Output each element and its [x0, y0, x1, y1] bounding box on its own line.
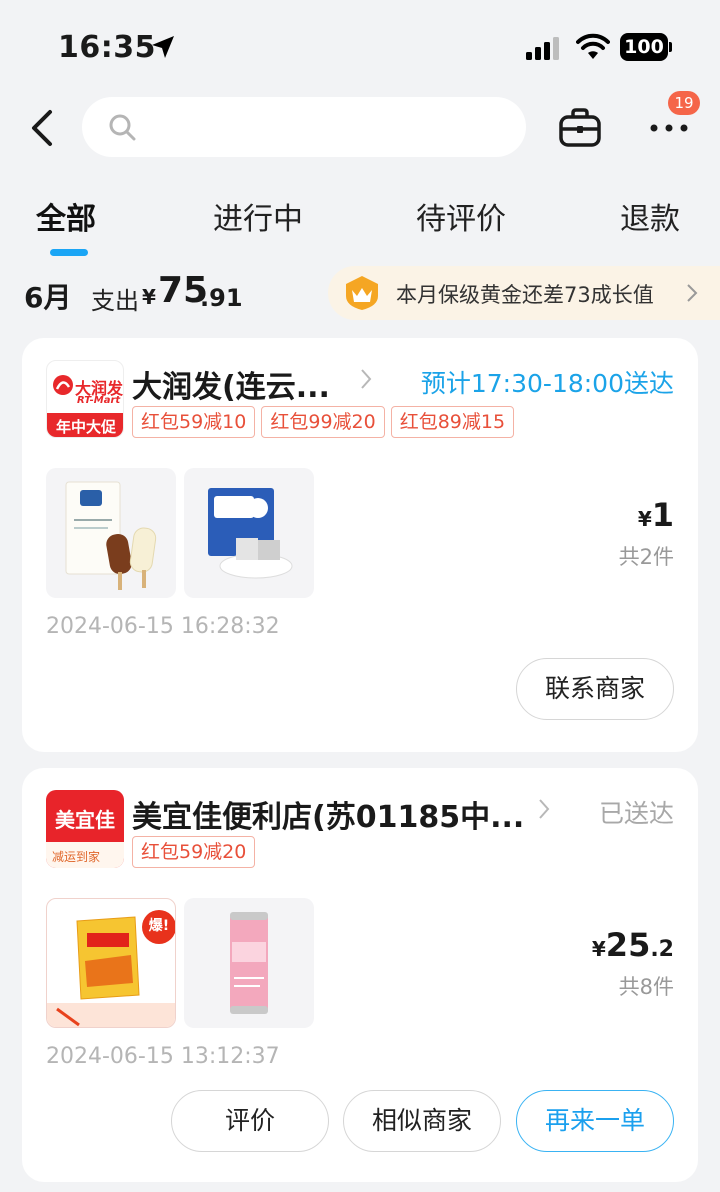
briefcase-icon[interactable] — [558, 108, 602, 148]
chevron-right-icon — [687, 284, 698, 302]
review-button[interactable]: 评价 — [171, 1090, 329, 1152]
chevron-right-icon[interactable] — [538, 798, 550, 820]
product-thumbnail-snack-bag[interactable]: 爆! — [46, 898, 176, 1028]
coupon-tag: 红包89减15 — [390, 406, 515, 438]
wifi-icon — [576, 33, 610, 59]
more-options-icon[interactable] — [648, 118, 690, 138]
logo-brand: 美宜佳 — [55, 808, 115, 832]
battery-level: 100 — [620, 33, 668, 61]
logo-promo-tag: 年中大促 — [55, 418, 116, 436]
cellular-signal-icon — [526, 37, 559, 60]
order-timestamp: 2024-06-15 16:28:32 — [46, 614, 280, 639]
coupon-list: 红包59减10 红包99减20 红包89减15 — [132, 406, 515, 438]
search-input[interactable] — [82, 97, 526, 157]
item-count: 共2件 — [618, 545, 674, 569]
coupon-tag: 红包99减20 — [261, 406, 385, 438]
logo-promo-tag: 减运到家 — [52, 850, 101, 864]
search-icon — [109, 114, 136, 141]
order-price: ¥25.2 — [591, 926, 674, 964]
coupon-tag: 红包59减10 — [132, 406, 256, 438]
hot-badge: 爆! — [148, 918, 170, 934]
tab-refund[interactable]: 退款 — [620, 194, 680, 238]
spend-currency: ¥ — [142, 285, 156, 309]
product-thumbnail-beer-can[interactable] — [184, 898, 314, 1028]
coupon-tag: 红包59减20 — [132, 836, 256, 868]
status-bar: 16:35 100 — [0, 0, 720, 90]
location-arrow-icon — [152, 36, 174, 58]
product-thumbnail-ice-cream-bars[interactable] — [46, 468, 176, 598]
logo-subbrand: RT-Mart — [77, 395, 121, 406]
back-arrow-icon[interactable] — [28, 108, 56, 148]
order-card[interactable]: 美宜佳 减运到家 美宜佳便利店(苏01185中... 已送达 红包59减20 爆… — [22, 768, 698, 1182]
delivery-eta: 预计17:30-18:00送达 — [420, 369, 674, 398]
spend-amount-decimal: .91 — [200, 284, 243, 312]
order-card[interactable]: 大润发 RT-Mart 年中大促 大润发(连云... 预计17:30-18:00… — [22, 338, 698, 752]
store-name[interactable]: 美宜佳便利店(苏01185中... — [132, 792, 524, 836]
spend-label: 支出 — [91, 287, 139, 315]
membership-text: 本月保级黄金还差73成长值 — [396, 283, 654, 307]
membership-banner[interactable]: 本月保级黄金还差73成长值 — [328, 266, 720, 320]
tab-all[interactable]: 全部 — [36, 194, 96, 238]
notification-badge: 19 — [668, 91, 700, 115]
order-status: 已送达 — [598, 799, 674, 828]
store-logo-rt-mart: 大润发 RT-Mart 年中大促 — [46, 360, 124, 438]
item-count: 共8件 — [618, 975, 674, 999]
battery-indicator: 100 — [620, 33, 672, 61]
store-name[interactable]: 大润发(连云... — [132, 362, 330, 406]
status-time: 16:35 — [58, 30, 156, 65]
tab-to-review[interactable]: 待评价 — [416, 194, 506, 238]
store-logo-meiyijia: 美宜佳 减运到家 — [46, 790, 124, 868]
similar-merchants-button[interactable]: 相似商家 — [343, 1090, 501, 1152]
order-timestamp: 2024-06-15 13:12:37 — [46, 1044, 280, 1069]
chevron-right-icon[interactable] — [360, 368, 372, 390]
contact-merchant-button[interactable]: 联系商家 — [516, 658, 674, 720]
month-label[interactable]: 6月 — [24, 276, 71, 316]
gold-member-icon — [346, 276, 378, 310]
active-tab-indicator — [50, 249, 88, 256]
coupon-list: 红包59减20 — [132, 836, 256, 868]
tab-in-progress[interactable]: 进行中 — [213, 194, 303, 238]
reorder-button[interactable]: 再来一单 — [516, 1090, 674, 1152]
order-price: ¥1 — [637, 496, 674, 534]
product-thumbnail-ice-cream-box[interactable] — [184, 468, 314, 598]
